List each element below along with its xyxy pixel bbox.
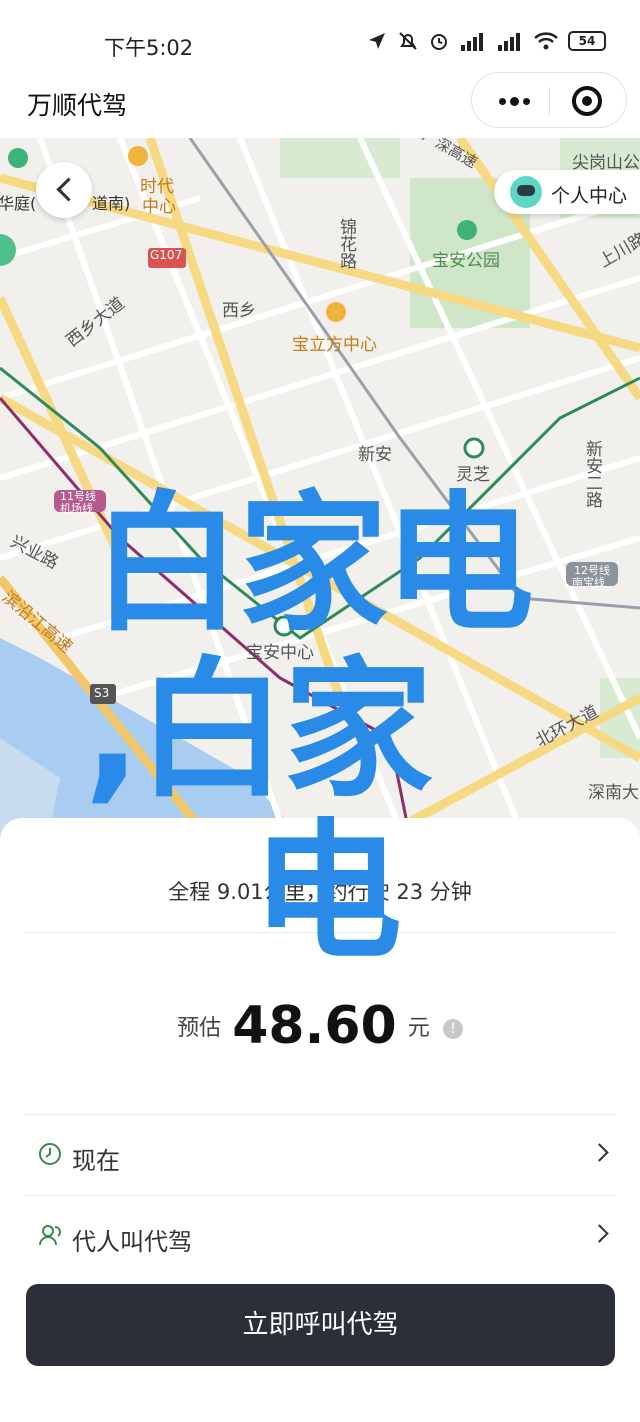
robot-icon — [510, 176, 542, 208]
overlay-text-line2: ,白家 — [84, 644, 433, 818]
divider — [24, 1195, 616, 1196]
more-dot-icon — [523, 98, 530, 105]
map-label: 道南) — [92, 194, 131, 213]
app-title: 万顺代驾 — [27, 91, 128, 120]
status-icons: 54 — [366, 30, 606, 52]
map-label: 宝安公园 — [432, 251, 500, 271]
poi-marker — [8, 148, 28, 168]
map-label: 中心 — [142, 197, 176, 217]
more-dot-icon — [499, 98, 506, 105]
park-area — [280, 138, 400, 178]
signal-icon-2 — [498, 33, 520, 51]
poi-marker — [128, 146, 148, 166]
title-bar: 万顺代驾 — [0, 68, 640, 138]
price-prefix: 预估 — [177, 1016, 222, 1041]
mini-program-capsule — [471, 72, 627, 128]
more-button[interactable] — [490, 73, 540, 129]
signal-icon — [461, 33, 483, 51]
price-unit: 元 — [407, 1016, 430, 1041]
map-label: 新安 — [358, 445, 392, 465]
overlay-text-line3: 电 — [252, 806, 403, 980]
battery-indicator: 54 — [568, 31, 606, 51]
poi-marker — [326, 302, 346, 322]
info-icon[interactable]: ! — [442, 1019, 463, 1039]
call-driver-button[interactable]: 立即呼叫代驾 — [26, 1284, 615, 1366]
proxy-order-row[interactable]: 代人叫代驾 — [24, 1197, 616, 1277]
mute-bell-icon — [399, 32, 417, 50]
map-label: 南宝线 — [572, 576, 605, 589]
price-estimate: 预估 48.60 元 ! — [0, 996, 640, 1056]
wifi-icon — [534, 32, 558, 50]
poi-marker — [0, 234, 16, 266]
proxy-order-label: 代人叫代驾 — [72, 1228, 192, 1256]
chevron-right-icon — [590, 1143, 609, 1162]
overlay-text-line1: 白家电 — [92, 478, 534, 652]
map-label: 西乡 — [222, 301, 256, 321]
poi-marker — [457, 220, 477, 240]
map-label: 华庭( — [0, 194, 37, 213]
alarm-icon — [431, 34, 447, 50]
price-value: 48.60 — [232, 996, 397, 1056]
map-label: 深南大 — [588, 783, 639, 803]
map-label: 机场线 — [60, 502, 93, 515]
more-dot-icon — [510, 97, 519, 106]
clock-icon — [39, 1143, 61, 1165]
personal-center-button[interactable]: 个人中心 — [494, 170, 640, 214]
map-label: G107 — [150, 248, 183, 262]
time-option-label: 现在 — [72, 1147, 120, 1175]
metro-station — [463, 437, 485, 459]
personal-center-label: 个人中心 — [551, 185, 628, 207]
location-icon — [369, 33, 385, 49]
close-target-icon[interactable] — [572, 86, 602, 116]
back-button[interactable] — [36, 162, 92, 218]
status-time: 下午5:02 — [104, 36, 194, 60]
capsule-divider — [549, 87, 550, 115]
person-icon — [39, 1225, 61, 1246]
map-label: 宝立方中心 — [292, 335, 377, 355]
divider — [24, 1114, 616, 1115]
chevron-right-icon — [590, 1224, 609, 1243]
map-label: 新安二路 — [582, 440, 602, 508]
map-label: 锦花路 — [336, 218, 356, 269]
time-option-row[interactable]: 现在 — [24, 1116, 616, 1196]
